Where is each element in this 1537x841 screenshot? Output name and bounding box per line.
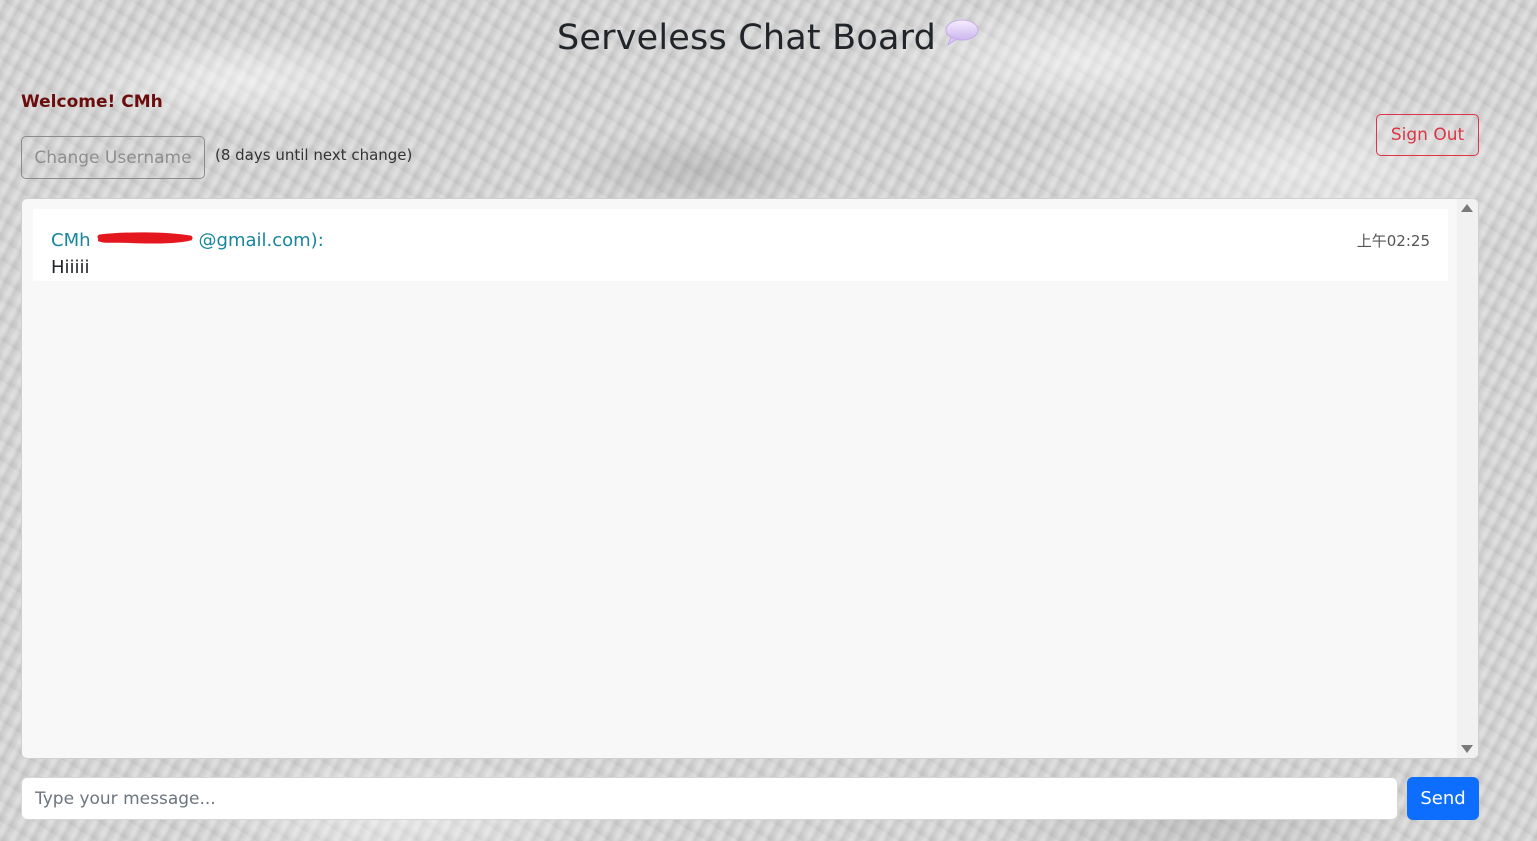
- sign-out-button[interactable]: Sign Out: [1376, 114, 1479, 156]
- send-button[interactable]: Send: [1407, 777, 1479, 820]
- speech-bubble-icon: [944, 17, 980, 57]
- chat-message: CMh @gmail.com): 上午02:25 Hiiiii: [33, 209, 1448, 281]
- current-username: CMh: [121, 92, 163, 112]
- message-sender-email: @gmail.com):: [198, 230, 324, 251]
- message-input[interactable]: [21, 777, 1398, 820]
- welcome-message: Welcome! CMh: [21, 92, 163, 112]
- scroll-up-arrow-icon[interactable]: [1461, 204, 1473, 212]
- chat-board[interactable]: CMh @gmail.com): 上午02:25 Hiiiii: [21, 198, 1479, 759]
- page-title: Serveless Chat Board: [0, 18, 1537, 59]
- page-title-text: Serveless Chat Board: [556, 18, 937, 58]
- message-sender: CMh @gmail.com):: [51, 230, 324, 252]
- redacted-email-mark: [95, 231, 195, 252]
- message-timestamp: 上午02:25: [1356, 232, 1430, 250]
- message-text: Hiiiii: [51, 257, 90, 278]
- change-username-button[interactable]: Change Username: [21, 136, 205, 179]
- chat-scrollbar[interactable]: [1457, 199, 1478, 758]
- message-sender-name: CMh: [51, 230, 91, 251]
- scroll-down-arrow-icon[interactable]: [1461, 745, 1473, 753]
- welcome-label: Welcome!: [21, 92, 116, 112]
- username-change-countdown: (8 days until next change): [215, 146, 413, 164]
